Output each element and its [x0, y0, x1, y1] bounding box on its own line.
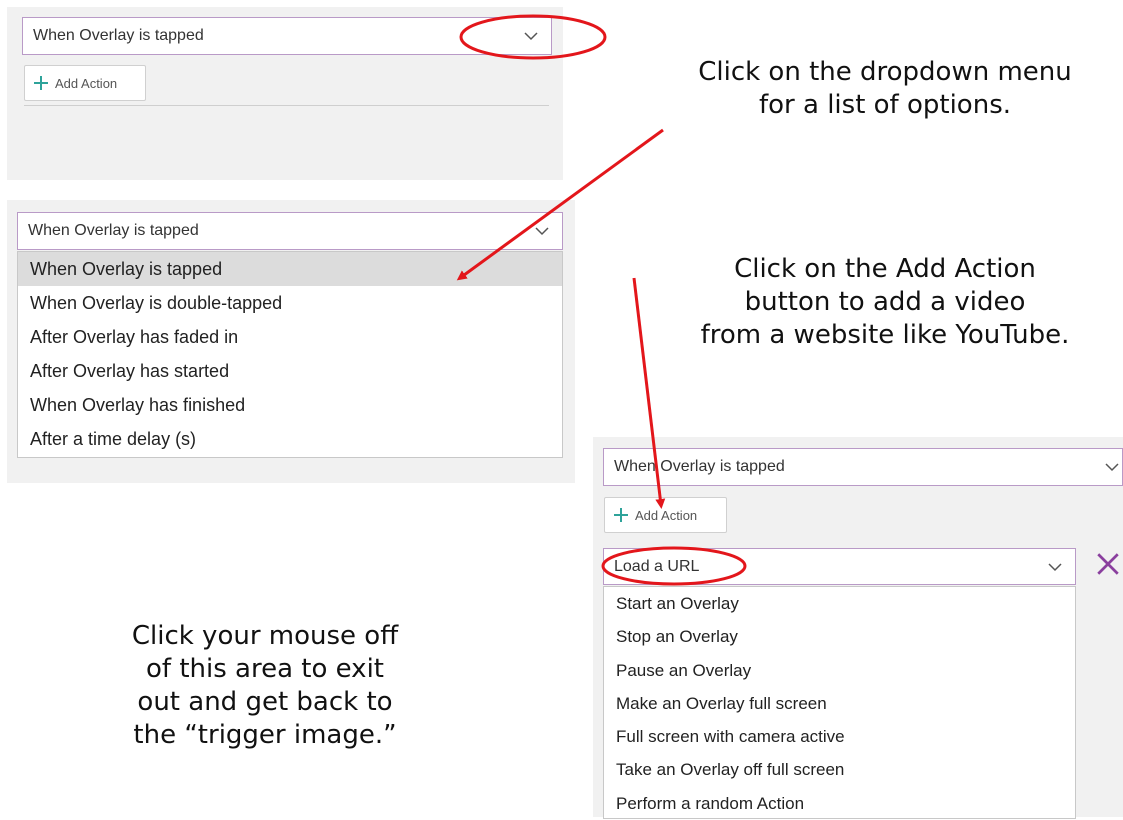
add-action-button[interactable]: Add Action: [24, 65, 146, 101]
note-line: the “trigger image.”: [133, 720, 397, 750]
action-option[interactable]: Full screen with camera active: [604, 720, 1075, 753]
note-add-action: Click on the Add Action button to add a …: [650, 253, 1120, 352]
action-option[interactable]: Perform a random Action: [604, 787, 1075, 820]
add-action-label: Add Action: [55, 75, 118, 91]
trigger-select[interactable]: When Overlay is tapped: [603, 448, 1123, 486]
note-line: Click on the Add Action: [734, 254, 1036, 284]
chevron-down-icon[interactable]: [523, 30, 539, 42]
trigger-option[interactable]: When Overlay has finished: [18, 388, 562, 422]
trigger-option[interactable]: When Overlay is tapped: [18, 252, 562, 286]
divider: [24, 105, 549, 106]
trigger-select[interactable]: When Overlay is tapped: [17, 212, 563, 250]
action-options-list: Start an Overlay Stop an Overlay Pause a…: [603, 586, 1076, 819]
note-line: button to add a video: [744, 287, 1026, 317]
note-line: Click on the dropdown menu: [698, 57, 1072, 87]
close-icon[interactable]: [1095, 551, 1121, 577]
action-option[interactable]: Pause an Overlay: [604, 654, 1075, 687]
add-action-button[interactable]: Add Action: [604, 497, 727, 533]
plus-icon: [614, 508, 628, 522]
note-exit: Click your mouse off of this area to exi…: [60, 620, 470, 752]
note-line: Click your mouse off: [131, 621, 399, 651]
trigger-option[interactable]: After Overlay has started: [18, 354, 562, 388]
action-select-value: Load a URL: [614, 557, 700, 575]
note-line: out and get back to: [137, 687, 393, 717]
chevron-down-icon[interactable]: [534, 225, 550, 237]
trigger-options-list: When Overlay is tapped When Overlay is d…: [17, 251, 563, 458]
add-action-label: Add Action: [635, 507, 698, 523]
plus-icon: [34, 76, 48, 90]
trigger-select[interactable]: When Overlay is tapped: [22, 17, 552, 55]
action-option[interactable]: Start an Overlay: [604, 587, 1075, 620]
chevron-down-icon[interactable]: [1047, 561, 1063, 573]
note-line: from a website like YouTube.: [700, 320, 1070, 350]
action-option[interactable]: Take an Overlay off full screen: [604, 753, 1075, 786]
note-line: for a list of options.: [758, 90, 1011, 120]
trigger-option[interactable]: When Overlay is double-tapped: [18, 286, 562, 320]
action-option[interactable]: Make an Overlay full screen: [604, 687, 1075, 720]
action-select[interactable]: Load a URL: [603, 548, 1076, 585]
trigger-option[interactable]: After Overlay has faded in: [18, 320, 562, 354]
note-dropdown: Click on the dropdown menu for a list of…: [655, 56, 1115, 122]
note-line: of this area to exit: [146, 654, 384, 684]
trigger-option[interactable]: After a time delay (s): [18, 422, 562, 456]
trigger-select-value: When Overlay is tapped: [28, 222, 199, 239]
trigger-select-value: When Overlay is tapped: [614, 458, 785, 475]
trigger-select-value: When Overlay is tapped: [33, 27, 204, 44]
chevron-down-icon[interactable]: [1104, 461, 1120, 473]
action-option[interactable]: Stop an Overlay: [604, 620, 1075, 653]
